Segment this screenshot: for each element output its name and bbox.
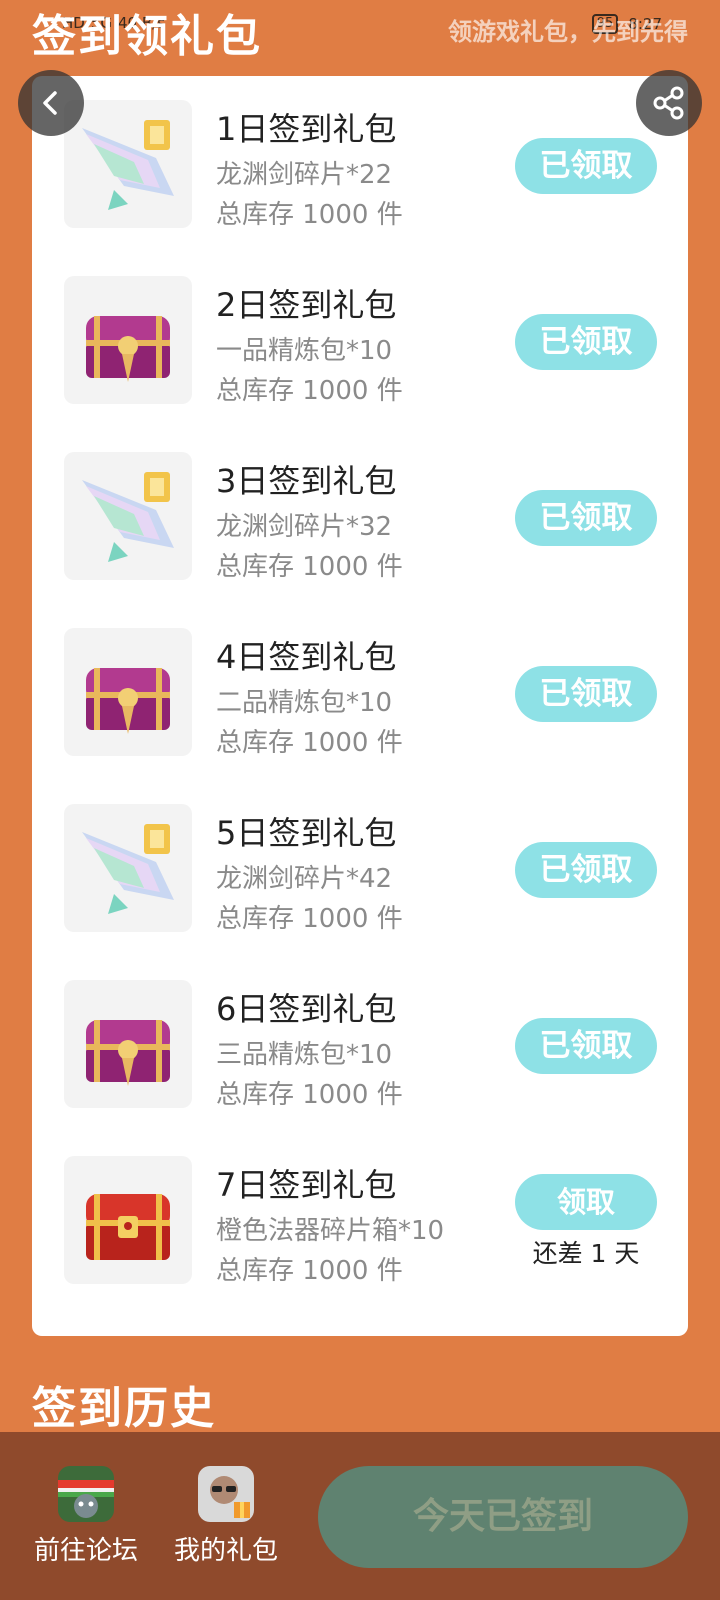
gift-thumb xyxy=(64,980,192,1108)
sword-shard-icon xyxy=(82,824,174,914)
gift-title: 2日签到礼包 xyxy=(216,286,397,324)
gift-description: 一品精炼包*10 xyxy=(216,336,393,366)
gift-stock: 总库存 1000 件 xyxy=(216,200,403,230)
gift-stock: 总库存 1000 件 xyxy=(216,552,403,582)
days-remaining-label: 还差 1 天 xyxy=(532,1239,640,1268)
gift-stock: 总库存 1000 件 xyxy=(216,904,403,934)
gift-description: 二品精炼包*10 xyxy=(216,688,393,718)
my-gifts-nav-label: 我的礼包 xyxy=(173,1536,278,1566)
page-title: 签到领礼包 xyxy=(32,11,262,62)
gift-row-day-2: 2日签到礼包 一品精炼包*10 总库存 1000 件 已领取 xyxy=(32,252,688,406)
my-gifts-nav-button[interactable]: 我的礼包 xyxy=(162,1466,290,1567)
claimed-button[interactable]: 已领取 xyxy=(515,314,657,370)
gift-thumb xyxy=(64,1156,192,1284)
gift-description: 龙渊剑碎片*32 xyxy=(216,512,393,542)
back-arrow-icon xyxy=(43,91,57,115)
gift-stock: 总库存 1000 件 xyxy=(216,376,403,406)
purple-chest-icon xyxy=(86,1020,170,1086)
gift-thumb xyxy=(64,100,192,228)
gift-description: 龙渊剑碎片*42 xyxy=(216,864,393,894)
gift-row-day-3: 3日签到礼包 龙渊剑碎片*32 总库存 1000 件 已领取 xyxy=(32,428,688,582)
purple-chest-icon xyxy=(86,316,170,382)
gift-title: 7日签到礼包 xyxy=(216,1166,397,1204)
bottom-action-bar: 前往论坛 我的礼包 今天已签到 xyxy=(0,1432,720,1600)
forum-nav-label: 前往论坛 xyxy=(33,1536,138,1566)
gift-thumb xyxy=(64,276,192,404)
claimed-button[interactable]: 已领取 xyxy=(515,1018,657,1074)
gift-list-card: 1日签到礼包 龙渊剑碎片*22 总库存 1000 件 已领取 2日签到礼包 一品… xyxy=(32,76,688,1336)
red-chest-icon xyxy=(86,1194,170,1260)
claimed-button[interactable]: 已领取 xyxy=(515,490,657,546)
back-button[interactable] xyxy=(18,70,84,136)
gift-thumb xyxy=(64,628,192,756)
gift-title: 5日签到礼包 xyxy=(216,814,397,852)
gift-description: 龙渊剑碎片*22 xyxy=(216,160,393,190)
claimed-button[interactable]: 已领取 xyxy=(515,666,657,722)
gift-title: 6日签到礼包 xyxy=(216,990,397,1028)
gift-row-day-1: 1日签到礼包 龙渊剑碎片*22 总库存 1000 件 已领取 xyxy=(32,76,688,230)
sword-shard-icon xyxy=(82,472,174,562)
user-avatar-gift-icon xyxy=(198,1466,254,1522)
claimed-button[interactable]: 已领取 xyxy=(515,138,657,194)
gift-stock: 总库存 1000 件 xyxy=(216,1080,403,1110)
gift-title: 3日签到礼包 xyxy=(216,462,397,500)
gift-row-day-4: 4日签到礼包 二品精炼包*10 总库存 1000 件 已领取 xyxy=(32,604,688,758)
gift-stock: 总库存 1000 件 xyxy=(216,728,403,758)
claim-button[interactable]: 领取 xyxy=(515,1174,657,1230)
gift-title: 4日签到礼包 xyxy=(216,638,397,676)
sword-shard-icon xyxy=(82,120,174,210)
purple-chest-icon xyxy=(86,668,170,734)
gift-description: 橙色法器碎片箱*10 xyxy=(216,1216,445,1246)
forum-nav-button[interactable]: 前往论坛 xyxy=(22,1466,150,1567)
share-button[interactable] xyxy=(636,70,702,136)
page-subtitle: 领游戏礼包，先到先得 xyxy=(448,18,688,46)
gift-row-day-6: 6日签到礼包 三品精炼包*10 总库存 1000 件 已领取 xyxy=(32,956,688,1110)
gift-description: 三品精炼包*10 xyxy=(216,1040,393,1070)
claimed-button[interactable]: 已领取 xyxy=(515,842,657,898)
gift-thumb xyxy=(64,804,192,932)
gift-row-day-5: 5日签到礼包 龙渊剑碎片*42 总库存 1000 件 已领取 xyxy=(32,780,688,934)
checked-in-button[interactable]: 今天已签到 xyxy=(318,1466,688,1568)
gift-thumb xyxy=(64,452,192,580)
forum-game-avatar-icon xyxy=(58,1466,114,1522)
gift-title: 1日签到礼包 xyxy=(216,110,397,148)
gift-stock: 总库存 1000 件 xyxy=(216,1256,403,1286)
history-section-title: 签到历史 xyxy=(32,1383,216,1434)
share-icon xyxy=(653,86,684,120)
